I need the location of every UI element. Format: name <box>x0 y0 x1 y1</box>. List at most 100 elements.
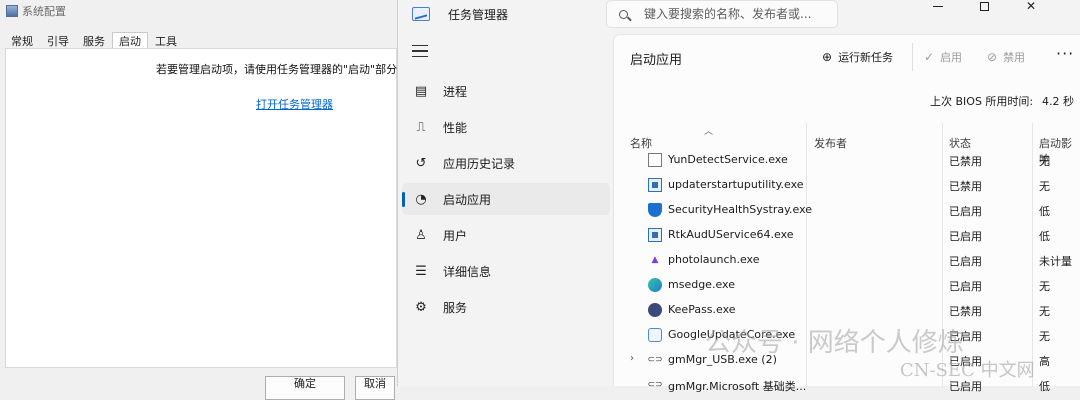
nav-label: 性能 <box>443 120 468 135</box>
row-name: KeePass.exe <box>668 303 736 316</box>
table-row[interactable]: msedge.exe 已启用 无 <box>614 273 1080 298</box>
nav-item-processes[interactable]: ▤ 进程 <box>402 75 610 107</box>
row-status: 已禁用 <box>949 180 982 193</box>
row-impact: 低 <box>1039 230 1050 243</box>
startup-message: 若要管理启动项，请使用任务管理器的"启动"部分。 <box>156 63 409 76</box>
row-name: gmMgr.Microsoft 基础类... <box>668 380 807 393</box>
close-icon: ✕ <box>1025 0 1037 13</box>
expand-chevron-icon[interactable]: › <box>630 353 634 364</box>
msconfig-window: 系统配置 常规 引导 服务 启动 工具 若要管理启动项，请使用任务管理器的"启动… <box>0 0 408 400</box>
nav-item-startup-apps[interactable]: ◔ 启动应用 <box>402 183 610 215</box>
task-manager-app-icon <box>412 7 430 21</box>
startup-apps-icon: ◔ <box>415 191 427 207</box>
row-impact: 无 <box>1039 180 1050 193</box>
row-impact: 高 <box>1039 355 1050 368</box>
bios-time-value: 4.2 秒 <box>1042 95 1074 108</box>
table-row[interactable]: updaterstartuputility.exe 已禁用 无 <box>614 173 1080 198</box>
search-input[interactable] <box>642 6 826 22</box>
row-status: 已启用 <box>949 280 982 293</box>
row-name: msedge.exe <box>668 278 735 291</box>
app-history-icon: ↺ <box>415 155 427 171</box>
nav-label: 用户 <box>443 228 468 243</box>
row-status: 已禁用 <box>949 155 982 168</box>
cancel-button[interactable]: 取消 <box>355 376 395 400</box>
row-name: photolaunch.exe <box>668 253 760 266</box>
row-name: RtkAudUService64.exe <box>668 228 794 241</box>
run-task-icon: ⊕ <box>822 50 833 64</box>
row-impact: 无 <box>1039 330 1050 343</box>
link-icon: ⊂⊃ <box>647 380 663 390</box>
maximize-button[interactable] <box>961 0 1007 12</box>
processes-icon: ▤ <box>414 83 428 99</box>
run-new-task-button[interactable]: ⊕ 运行新任务 <box>822 47 893 67</box>
toolbar-divider <box>912 43 913 71</box>
nav-label: 启动应用 <box>443 192 492 207</box>
more-options-icon[interactable]: ··· <box>1056 46 1074 62</box>
msconfig-titlebar: 系统配置 <box>6 2 66 20</box>
row-impact: 低 <box>1039 205 1050 218</box>
watermark: 公众号 · 网络个人修炼 <box>705 328 964 358</box>
minimize-button[interactable] <box>915 0 961 12</box>
row-status: 已启用 <box>949 205 982 218</box>
search-box[interactable] <box>606 0 838 28</box>
app-icon <box>648 228 662 242</box>
disable-icon: ⊘ <box>987 50 998 64</box>
msconfig-title: 系统配置 <box>22 5 66 18</box>
doc-icon <box>648 153 662 167</box>
google-update-icon <box>648 328 662 342</box>
row-status: 已禁用 <box>949 305 982 318</box>
disable-label: 禁用 <box>1003 51 1026 64</box>
photo-icon: ▲ <box>651 255 659 265</box>
ok-button[interactable]: 确定 <box>265 376 345 400</box>
enable-button[interactable]: ✓ 启用 <box>924 47 962 67</box>
row-impact: 未计量 <box>1039 255 1072 268</box>
details-icon: ☰ <box>415 263 427 279</box>
msconfig-app-icon <box>6 5 18 17</box>
run-new-task-label: 运行新任务 <box>838 51 894 64</box>
msconfig-startup-panel: 若要管理启动项，请使用任务管理器的"启动"部分。 打开任务管理器 <box>5 48 408 368</box>
nav-item-performance[interactable]: ⎍ 性能 <box>402 111 610 143</box>
nav-label: 服务 <box>443 300 468 315</box>
search-icon <box>619 9 628 19</box>
disable-button[interactable]: ⊘ 禁用 <box>987 47 1025 67</box>
checkmark-icon: ✓ <box>924 50 935 64</box>
sort-ascending-icon: ︿ <box>704 127 714 137</box>
users-icon: ♙ <box>415 227 427 243</box>
nav-item-users[interactable]: ♙ 用户 <box>402 219 610 251</box>
close-button[interactable]: ✕ <box>1008 0 1054 13</box>
row-status: 已启用 <box>949 230 982 243</box>
performance-icon: ⎍ <box>416 119 426 135</box>
row-impact: 无 <box>1039 280 1050 293</box>
table-row[interactable]: SecurityHealthSystray.exe 已启用 低 <box>614 198 1080 223</box>
hamburger-menu-icon[interactable] <box>412 45 428 57</box>
row-status: 已启用 <box>949 255 982 268</box>
services-icon: ⚙ <box>415 299 427 315</box>
enable-label: 启用 <box>940 51 963 64</box>
task-manager-title: 任务管理器 <box>448 8 509 22</box>
keepass-icon <box>648 303 662 317</box>
site-watermark: CN-SEC 中文网 <box>900 360 1035 381</box>
nav-label: 进程 <box>443 84 468 99</box>
app-icon <box>648 178 662 192</box>
row-impact: 无 <box>1039 305 1050 318</box>
row-impact: 无 <box>1039 155 1050 168</box>
row-name: updaterstartuputility.exe <box>668 178 804 191</box>
row-name: YunDetectService.exe <box>668 153 788 166</box>
nav-item-details[interactable]: ☰ 详细信息 <box>402 255 610 287</box>
link-icon: ⊂⊃ <box>647 355 663 365</box>
table-row[interactable]: RtkAudUService64.exe 已启用 低 <box>614 223 1080 248</box>
row-name: SecurityHealthSystray.exe <box>668 203 813 216</box>
page-title: 启动应用 <box>630 53 683 68</box>
table-row[interactable]: ▲ photolaunch.exe 已启用 未计量 <box>614 248 1080 273</box>
open-task-manager-link[interactable]: 打开任务管理器 <box>256 96 333 112</box>
minimize-icon <box>933 5 943 7</box>
table-row[interactable]: KeePass.exe 已禁用 无 <box>614 298 1080 323</box>
nav-item-app-history[interactable]: ↺ 应用历史记录 <box>402 147 610 179</box>
maximize-icon <box>979 1 989 11</box>
edge-icon <box>648 278 662 292</box>
shield-icon <box>648 203 662 217</box>
table-row[interactable]: YunDetectService.exe 已禁用 无 <box>614 148 1080 173</box>
nav-label: 详细信息 <box>443 264 492 279</box>
bios-time-label: 上次 BIOS 所用时间: <box>930 95 1034 108</box>
nav-item-services[interactable]: ⚙ 服务 <box>402 291 610 323</box>
